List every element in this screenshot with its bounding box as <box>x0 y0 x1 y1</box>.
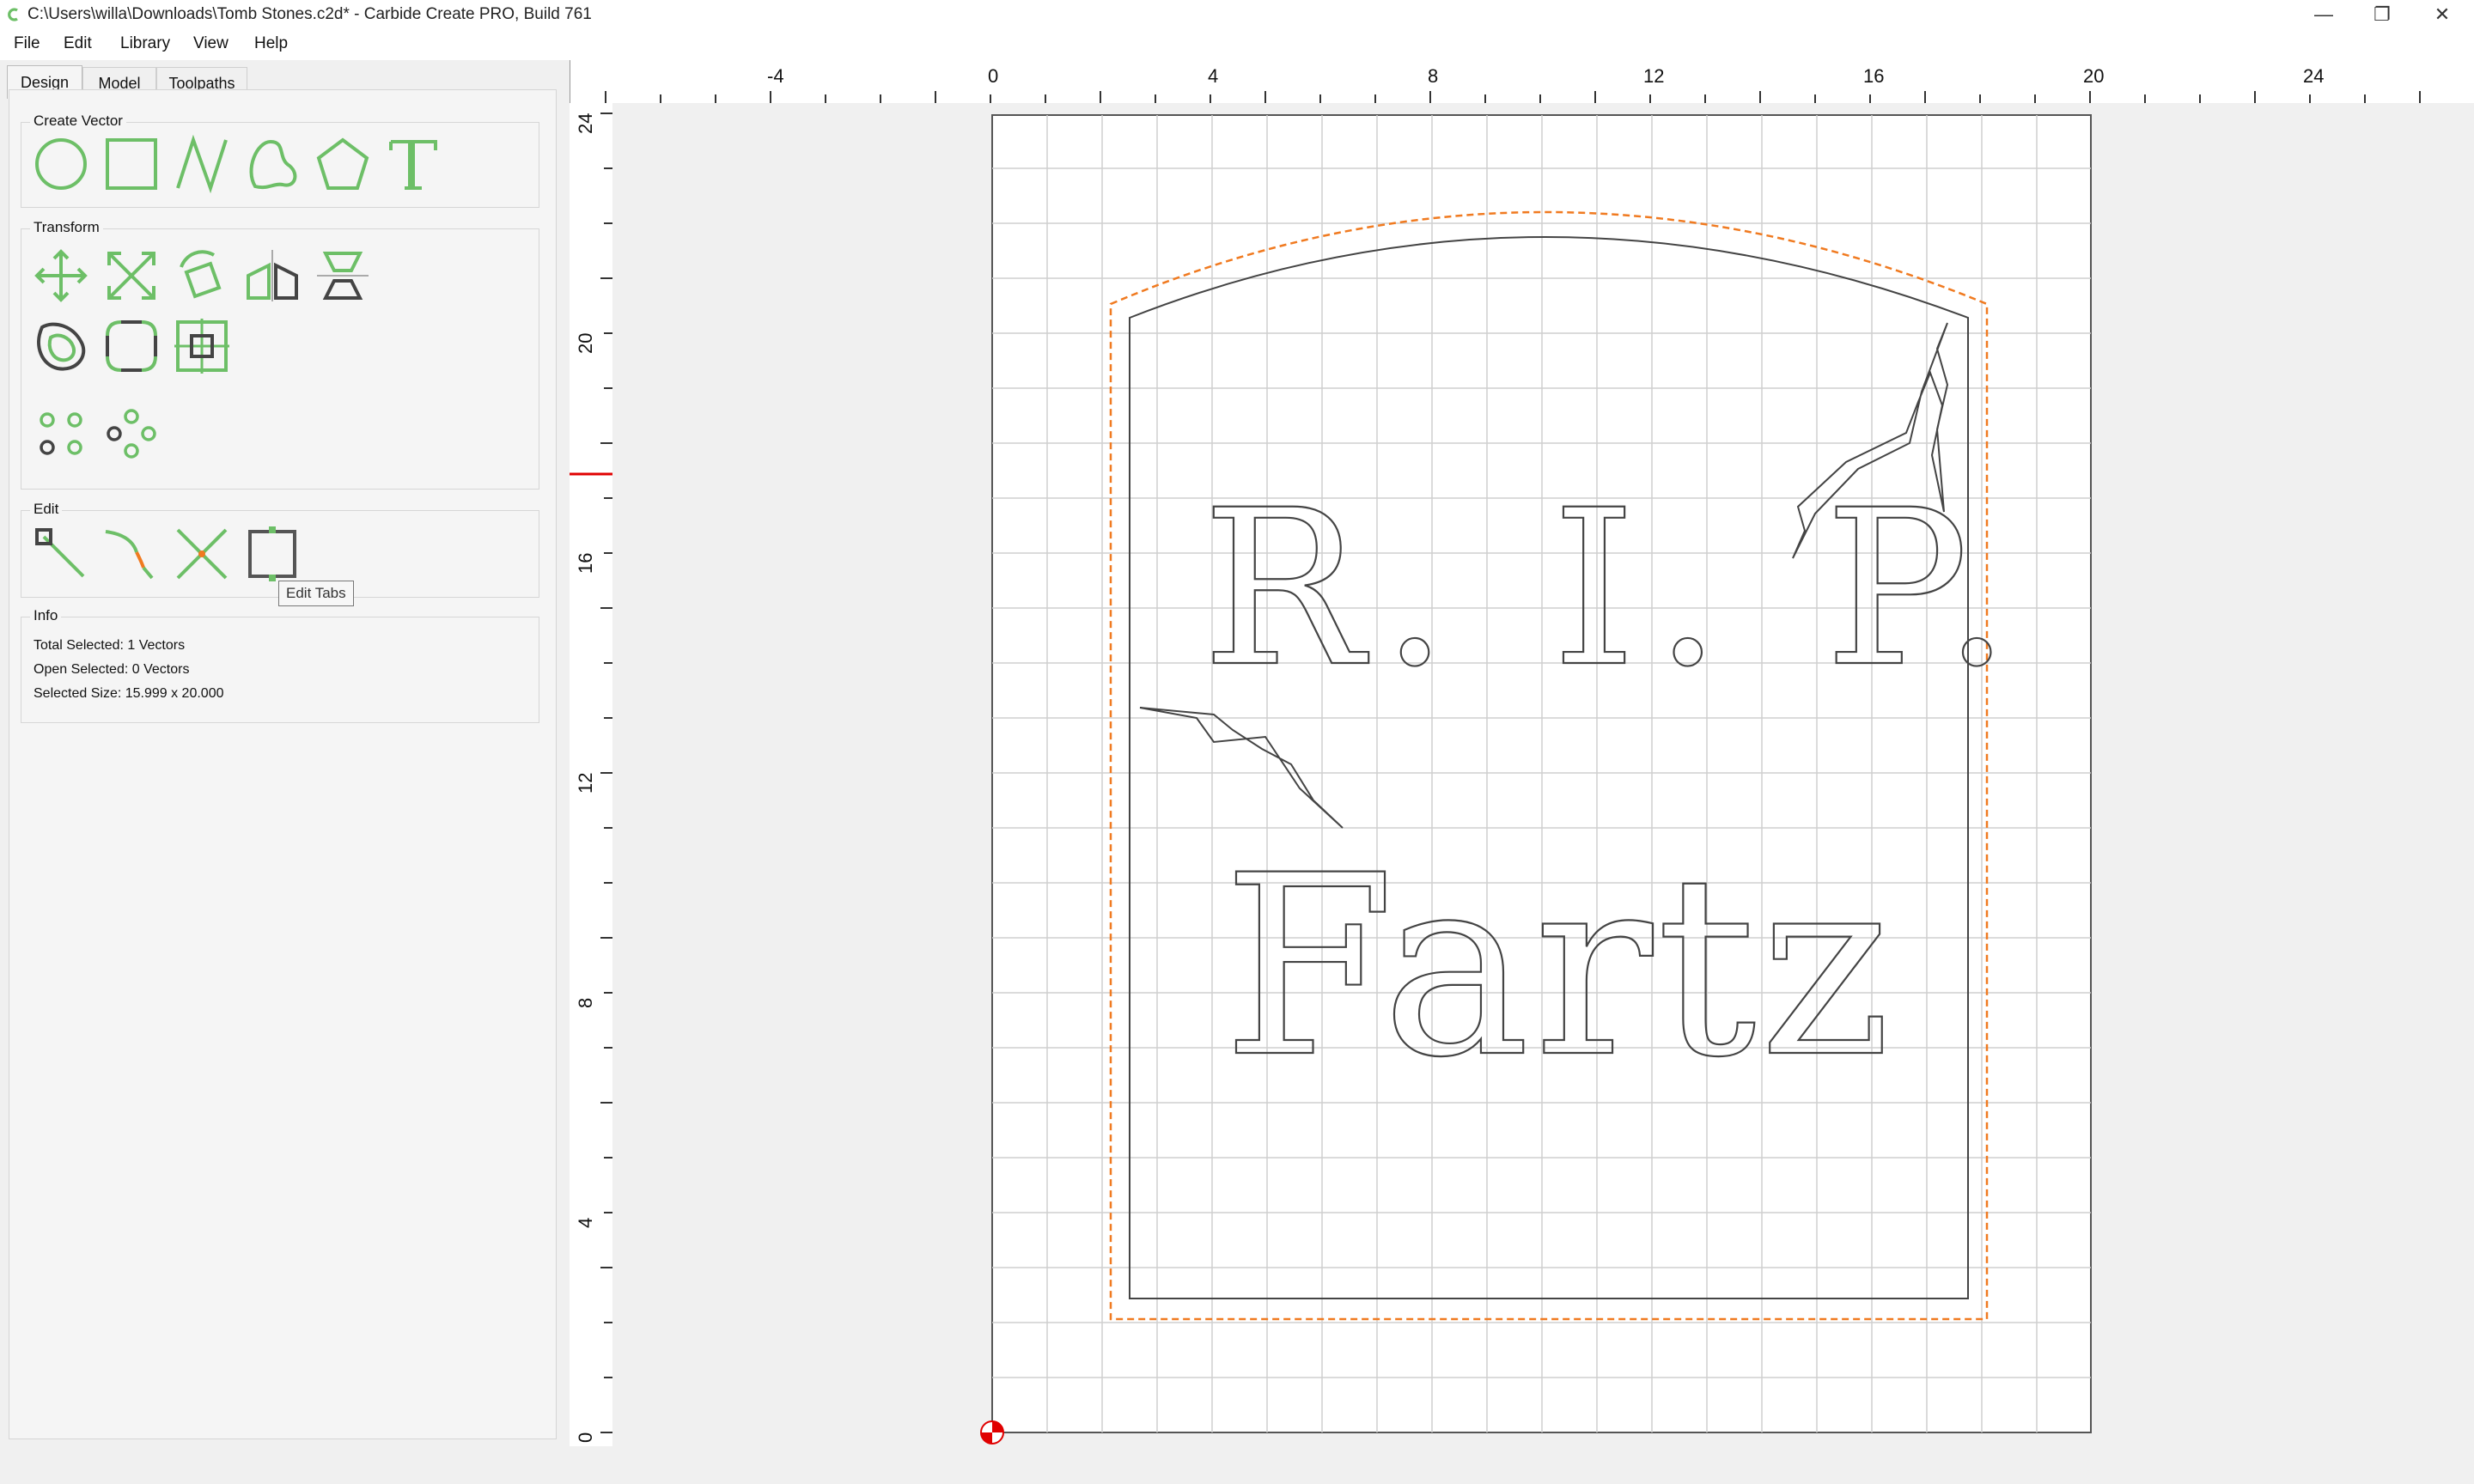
circle-icon <box>35 138 87 190</box>
rotate-tool[interactable] <box>173 246 231 305</box>
restore-button[interactable]: ❐ <box>2352 0 2412 29</box>
origin-marker-icon <box>980 1420 1004 1444</box>
text-tool[interactable] <box>384 135 442 193</box>
menu-library[interactable]: Library <box>120 34 170 53</box>
ruler-top-label: 8 <box>1428 65 1439 87</box>
offset-icon <box>37 322 86 371</box>
trim-tool[interactable] <box>102 525 161 583</box>
intersect-icon <box>176 528 228 580</box>
edit-title: Edit <box>30 501 63 518</box>
create-vector-title: Create Vector <box>30 113 126 130</box>
canvas-drawing: R. I. P. Fartz <box>980 114 2092 1444</box>
total-selected: Total Selected: 1 Vectors <box>34 638 186 653</box>
linear-array-icon <box>40 412 82 455</box>
curve-tool[interactable] <box>243 135 302 193</box>
polyline-tool[interactable] <box>173 134 231 194</box>
ruler-top-label: -4 <box>767 65 784 87</box>
create-vector-group: Create Vector <box>21 113 539 208</box>
title-bar: C:\Users\willa\Downloads\Tomb Stones.c2d… <box>0 0 2474 29</box>
mirror-icon <box>247 250 298 301</box>
ruler-left-label: 8 <box>575 997 596 1008</box>
polygon-tool[interactable] <box>314 135 372 193</box>
circle-tool[interactable] <box>32 135 90 193</box>
edit-tabs-tooltip: Edit Tabs <box>278 581 354 606</box>
scale-icon <box>107 252 155 300</box>
rectangle-icon <box>106 138 157 190</box>
move-icon <box>34 249 88 302</box>
minimize-button[interactable]: — <box>2294 0 2354 29</box>
ruler-left-label: 16 <box>575 552 596 574</box>
close-button[interactable]: ✕ <box>2412 0 2472 29</box>
ruler-left-label: 20 <box>575 332 596 354</box>
join-tool[interactable] <box>173 525 231 583</box>
trim-icon <box>105 530 154 580</box>
top-ruler-ticks <box>605 91 2421 103</box>
ruler-left-label: 12 <box>575 772 596 794</box>
fillet-icon <box>106 320 157 372</box>
edit-tabs-tool[interactable] <box>243 525 302 583</box>
mirror-tool[interactable] <box>243 246 302 305</box>
flip-icon <box>317 252 369 300</box>
fillet-tool[interactable] <box>102 317 161 375</box>
text-icon <box>389 140 437 190</box>
selected-size: Selected Size: 15.999 x 20.000 <box>34 686 224 701</box>
linear-array-tool[interactable] <box>32 404 90 463</box>
ruler-top-label: 12 <box>1643 65 1665 87</box>
info-title: Info <box>30 607 62 624</box>
carbide-logo-icon <box>5 7 21 27</box>
ruler-left-label: 0 <box>575 1432 596 1443</box>
offset-tool[interactable] <box>32 317 90 375</box>
flip-tool[interactable] <box>314 246 372 305</box>
polyline-icon <box>176 134 228 194</box>
menu-file[interactable]: File <box>14 34 40 53</box>
edit-tabs-icon <box>248 526 296 581</box>
rectangle-tool[interactable] <box>102 135 161 193</box>
info-group: Info Total Selected: 1 Vectors Open Sele… <box>21 607 539 723</box>
circular-array-icon <box>107 409 156 459</box>
circular-array-tool[interactable] <box>102 404 161 463</box>
menu-view[interactable]: View <box>193 34 229 53</box>
ruler-left-label: 24 <box>575 113 596 134</box>
transform-group: Transform <box>21 219 539 490</box>
top-ruler: -4 0 4 8 12 16 20 24 <box>570 60 2474 104</box>
rotate-icon <box>180 250 222 299</box>
engraving-line-1: R. I. P. <box>1202 464 2028 714</box>
node-edit-tool[interactable] <box>32 525 90 583</box>
scale-tool[interactable] <box>102 246 161 305</box>
ruler-left-label: 4 <box>575 1217 596 1228</box>
menu-help[interactable]: Help <box>254 34 288 53</box>
open-selected: Open Selected: 0 Vectors <box>34 662 190 677</box>
ruler-top-label: 0 <box>988 65 999 87</box>
align-tool[interactable] <box>173 317 231 375</box>
pentagon-icon <box>316 137 369 190</box>
ruler-top-label: 4 <box>1208 65 1219 87</box>
curve-icon <box>249 139 297 190</box>
menu-edit[interactable]: Edit <box>64 34 92 53</box>
design-canvas[interactable]: R. I. P. Fartz <box>612 103 2474 1484</box>
ruler-top-label: 16 <box>1863 65 1885 87</box>
ruler-top-label: 24 <box>2303 65 2325 87</box>
ruler-top-label: 20 <box>2083 65 2105 87</box>
move-tool[interactable] <box>32 246 90 305</box>
transform-title: Transform <box>30 219 103 236</box>
window-title: C:\Users\willa\Downloads\Tomb Stones.c2d… <box>27 5 592 23</box>
engraving-line-2: Fartz <box>1222 823 1894 1112</box>
align-center-icon <box>174 319 229 374</box>
node-edit-icon <box>35 528 85 578</box>
menu-bar: File Edit Library View Help <box>0 29 2474 60</box>
left-ruler: 24 20 16 12 8 4 0 <box>570 103 613 1446</box>
